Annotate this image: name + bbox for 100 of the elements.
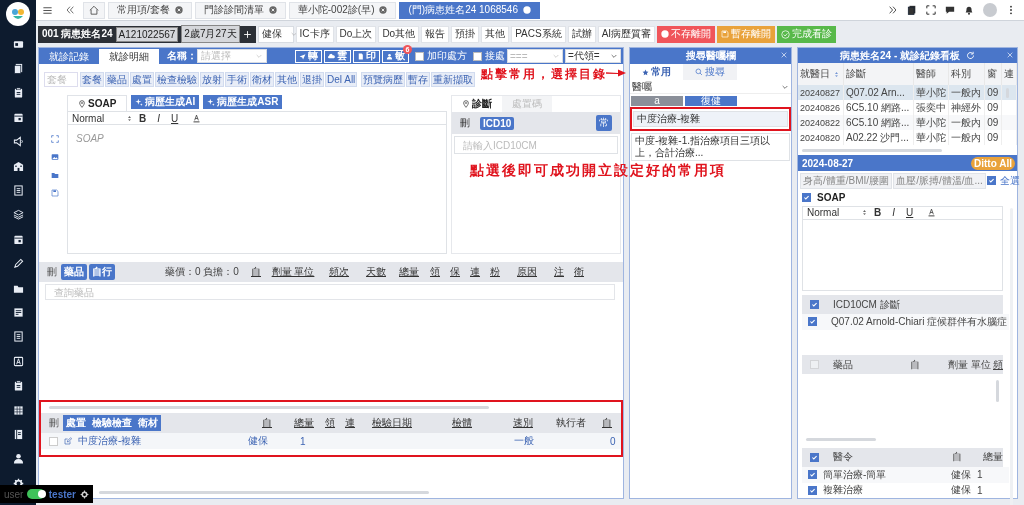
refresh-icon[interactable] — [966, 51, 975, 61]
toolbar-button[interactable]: 處置 — [130, 72, 154, 87]
toggle-switch[interactable] — [27, 489, 45, 499]
table-cell[interactable]: 華小陀 — [913, 130, 949, 146]
column-header[interactable]: 劑量 單位 — [267, 265, 319, 279]
underline-icon[interactable]: U — [171, 112, 179, 124]
text-editor[interactable]: Normal B I U SOAP — [67, 111, 447, 254]
package-field[interactable]: 套餐 — [44, 72, 78, 87]
soap-tab[interactable]: SOAP — [67, 95, 128, 111]
toolbar-button[interactable]: 其他 — [275, 72, 299, 87]
text-color-icon[interactable] — [927, 208, 937, 218]
clipboard-icon[interactable] — [12, 87, 24, 99]
toolbar-button[interactable]: 重新擷取 — [431, 72, 476, 87]
page-tab[interactable]: 門診診間清單 — [194, 1, 286, 19]
close-icon[interactable] — [522, 6, 531, 14]
checkbox[interactable] — [802, 192, 811, 202]
table-cell[interactable]: 6C5.10 網路... — [843, 115, 914, 131]
card-icon[interactable] — [12, 38, 24, 50]
action-button[interactable]: 轉 — [295, 49, 322, 63]
underline-icon[interactable]: U — [906, 207, 914, 219]
scrollbar[interactable] — [806, 437, 876, 441]
ai-button[interactable]: 病歷生成AI — [131, 95, 200, 109]
column-header[interactable]: 連 — [339, 416, 361, 430]
column-header[interactable]: 科別 — [948, 63, 985, 86]
checkbox[interactable] — [415, 51, 424, 61]
order-name[interactable]: 中度治療-複雜 — [78, 434, 248, 448]
document-icon[interactable] — [12, 63, 24, 75]
action-button[interactable]: 印 — [353, 49, 380, 63]
table-cell[interactable]: Q07.02 Arn... — [843, 85, 914, 101]
action-button[interactable]: 雲 — [324, 49, 351, 63]
toolbar-button[interactable]: Del All — [325, 72, 358, 87]
column-header[interactable]: 自 — [597, 416, 617, 430]
select-field[interactable]: =代領= — [565, 49, 621, 63]
toolbar-button[interactable]: 放射 — [200, 72, 224, 87]
list-item[interactable]: 中度-複雜-1.指治療項目三項以上，合計治療... — [631, 133, 790, 161]
toolbar-button[interactable]: 預覽病歷 — [361, 72, 406, 87]
column-header[interactable]: 檢驗日期 — [361, 416, 423, 430]
table-cell[interactable]: 09 — [984, 130, 1002, 146]
plus-icon[interactable] — [242, 29, 252, 39]
toolbar-button[interactable]: 報告 — [421, 25, 450, 43]
column-header[interactable]: 注 — [549, 265, 569, 279]
bold-icon[interactable]: B — [139, 112, 147, 124]
column-header[interactable]: 診斷 — [843, 63, 914, 86]
checkbox[interactable] — [473, 51, 482, 61]
tab[interactable]: 就診記錄 — [39, 49, 99, 64]
list-item[interactable]: 中度治療-複雜 — [633, 111, 788, 127]
home-tab[interactable] — [83, 1, 105, 19]
close-icon[interactable] — [379, 6, 388, 14]
text-color-icon[interactable] — [192, 113, 202, 123]
scrollbar[interactable] — [996, 380, 999, 403]
toolbar-button[interactable]: AI病歷質審 — [597, 25, 656, 43]
toolbar-button[interactable]: 預掛 — [451, 25, 480, 43]
column-header[interactable]: 粉 — [485, 265, 505, 279]
checkbox[interactable] — [808, 485, 817, 495]
grid-icon[interactable] — [12, 404, 24, 416]
toolbar-button[interactable]: Do其他 — [378, 25, 420, 43]
table-cell[interactable]: 一般內 — [948, 130, 985, 146]
close-icon[interactable] — [268, 6, 277, 14]
toolbar-button[interactable]: PACS系統 — [511, 25, 566, 43]
column-header[interactable]: 自 — [247, 416, 287, 430]
column-header[interactable]: 就醫日 — [798, 63, 844, 86]
table-cell[interactable]: A02.22 沙門... — [843, 130, 914, 146]
fullscreen-icon[interactable] — [926, 5, 936, 15]
collapse-icon[interactable] — [65, 5, 75, 15]
category-tag[interactable]: 衛材 — [135, 415, 161, 431]
toolbar-button[interactable]: 手術 — [225, 72, 249, 87]
column-header[interactable]: 領 — [321, 416, 339, 430]
checkbox[interactable] — [808, 317, 817, 327]
pen-icon[interactable] — [12, 258, 24, 270]
clipboard-icon[interactable] — [12, 380, 24, 392]
expand-icon[interactable] — [888, 5, 898, 15]
calendar-icon[interactable] — [12, 233, 24, 245]
checkbox[interactable] — [986, 176, 996, 186]
category-tag[interactable]: 處置 — [63, 415, 89, 431]
column-header[interactable]: 領 — [425, 265, 445, 279]
category-select[interactable]: 醫囑 — [630, 80, 791, 94]
table-cell[interactable]: 20240820 — [798, 130, 844, 146]
column-header[interactable]: 總量 — [287, 416, 321, 430]
bell-icon[interactable] — [964, 5, 974, 15]
toolbar-button[interactable]: 藥品 — [105, 72, 129, 87]
column-header[interactable]: 衛 — [569, 265, 589, 279]
ai-button[interactable]: 病歷生成ASR — [203, 95, 283, 109]
save-icon[interactable] — [51, 189, 59, 197]
scrollbar[interactable] — [49, 406, 489, 409]
column-header[interactable]: 連 — [465, 265, 485, 279]
checkbox[interactable] — [810, 452, 819, 462]
image-icon[interactable] — [51, 153, 59, 161]
note-icon[interactable] — [12, 307, 24, 318]
table-cell[interactable]: 華小陀 — [913, 115, 949, 131]
toolbar-button[interactable]: 其他 — [481, 25, 510, 43]
close-icon[interactable] — [174, 6, 183, 14]
list-icon[interactable] — [12, 331, 24, 343]
toolbar-button[interactable]: 套餐 — [80, 72, 104, 87]
bold-icon[interactable]: B — [874, 207, 882, 219]
column-header[interactable]: 執行者 — [545, 416, 597, 430]
layers-icon[interactable] — [12, 209, 24, 221]
page-tab[interactable]: 華小陀-002診(早) — [288, 1, 397, 19]
table-cell[interactable]: 20240827 — [798, 85, 844, 101]
toolbar-button[interactable]: 試辦 — [567, 25, 596, 43]
italic-icon[interactable]: I — [157, 112, 160, 124]
